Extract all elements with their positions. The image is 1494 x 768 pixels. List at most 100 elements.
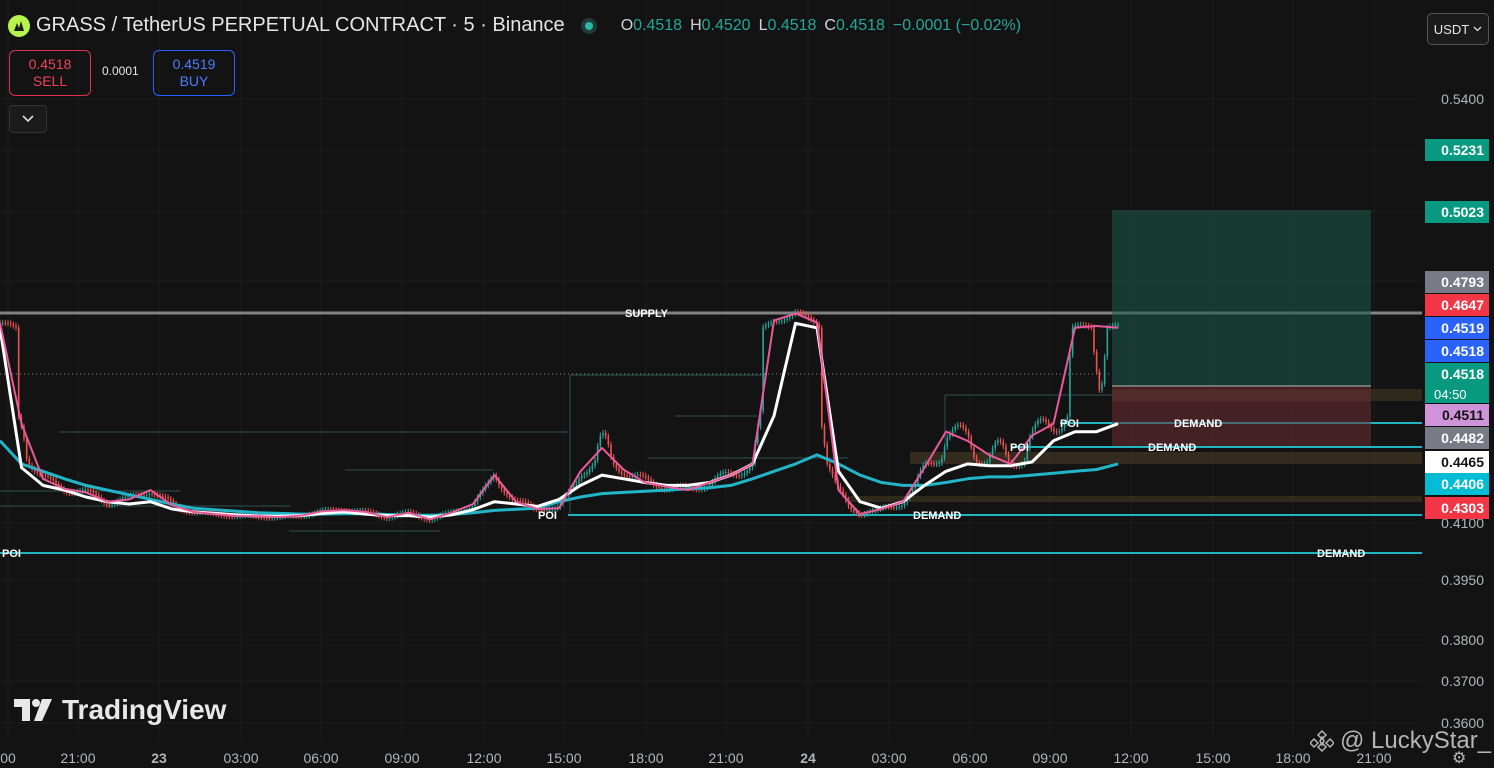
price-chart[interactable]: SUPPLY POI DEMAND POI DEMAND POI DEMAND POI DEMA…	[0, 0, 1494, 766]
price-badge-label: 0.4511	[1442, 407, 1484, 423]
price-badge-label: 0.4647	[1441, 297, 1484, 313]
candle-body	[1106, 327, 1109, 357]
demand-label: DEMAND	[1174, 418, 1222, 430]
candle-body	[933, 463, 935, 465]
price-badge-label: 0.4406	[1441, 476, 1484, 492]
candle-body	[991, 448, 994, 456]
time-tick-label: 24	[800, 750, 816, 766]
tradingview-logo-icon	[14, 699, 52, 721]
candle-body	[986, 462, 989, 464]
candle-body	[764, 325, 767, 328]
candle-body	[1055, 431, 1058, 433]
time-tick-label: 21:00	[708, 750, 743, 766]
candle-body	[591, 465, 594, 470]
candle-body	[829, 463, 831, 470]
supply-label: SUPPLY	[625, 308, 669, 320]
sell-button[interactable]: 0.4518 SELL	[9, 50, 91, 96]
candle-body	[1053, 428, 1055, 432]
chevron-down-icon	[22, 115, 34, 123]
time-tick-label: 03:00	[223, 750, 258, 766]
candle-body	[618, 468, 620, 472]
candle-body	[644, 475, 647, 478]
candle-body	[583, 474, 586, 476]
time-axis[interactable]: 00 21:00 23 03:00 06:00 09:00 12:00 15:00 18:00 2…	[0, 750, 1392, 766]
candle-body	[748, 467, 751, 471]
candle-body	[850, 505, 852, 510]
candle-body	[1058, 431, 1061, 433]
price-tick-label: 0.3950	[1441, 572, 1484, 588]
candle-body	[965, 427, 967, 432]
price-tick-label: 0.5400	[1441, 91, 1484, 107]
candle-body	[1093, 327, 1095, 353]
time-tick-label: 03:00	[871, 750, 906, 766]
price-tick-label: 0.3800	[1441, 632, 1484, 648]
candle-body	[719, 473, 722, 476]
candle-body	[722, 472, 724, 474]
candle-body	[946, 437, 949, 448]
buy-button[interactable]: 0.4519 BUY	[153, 50, 235, 96]
candle-body	[25, 438, 28, 459]
candle-body	[44, 475, 47, 477]
settings-gear-icon[interactable]: ⚙	[1452, 748, 1466, 768]
demand-label: DEMAND	[1317, 548, 1365, 560]
candle-body	[1047, 421, 1050, 426]
order-panel-toggle[interactable]	[9, 105, 47, 133]
candle-body	[626, 475, 628, 477]
candle-body	[636, 474, 639, 476]
candle-body	[167, 497, 169, 499]
candle-body	[941, 458, 943, 463]
candle-body	[740, 475, 743, 477]
candle-body	[84, 489, 87, 491]
price-badge-label: 0.4793	[1441, 274, 1484, 290]
candle-body	[930, 463, 933, 465]
tradingview-logo[interactable]: TradingView	[14, 694, 226, 726]
candle-body	[853, 509, 855, 512]
candle-body	[599, 435, 602, 446]
price-badge-label: 0.4465	[1441, 454, 1484, 470]
symbol-title[interactable]: GRASS / TetherUS PERPETUAL CONTRACT · 5 …	[36, 14, 565, 37]
time-tick-label: 09:00	[1032, 750, 1067, 766]
candle-body	[124, 496, 127, 499]
candle-body	[807, 315, 810, 318]
candle-body	[1114, 325, 1117, 327]
candle-body	[1101, 383, 1103, 390]
candle-body	[893, 507, 895, 509]
candle-body	[767, 323, 770, 326]
profit-zone	[1112, 210, 1371, 386]
currency-selector[interactable]: USDT	[1427, 13, 1489, 45]
candle-body	[962, 425, 965, 428]
ema-slow-line	[0, 439, 1119, 517]
candle-body	[604, 432, 607, 437]
candle-body	[266, 517, 268, 519]
candle-body	[89, 489, 92, 492]
candle-body	[778, 321, 780, 323]
candle-body	[588, 469, 591, 473]
candle-body	[743, 473, 746, 476]
high-value: 0.4520	[701, 16, 751, 34]
poi-label: POI	[1010, 442, 1029, 454]
candle-body	[727, 471, 730, 473]
price-axis[interactable]: 0.54000.41000.39500.38000.37000.36000.52…	[1422, 0, 1494, 766]
candle-body	[967, 431, 970, 438]
candle-body	[148, 493, 151, 496]
candle-body	[145, 495, 148, 497]
candle-body	[973, 447, 975, 458]
long-position-tool[interactable]	[1112, 210, 1371, 446]
candle-body	[746, 470, 748, 474]
candle-body	[861, 514, 863, 516]
candle-body	[938, 462, 941, 464]
ema-fast-line	[0, 312, 1119, 521]
candle-body	[1045, 419, 1047, 422]
candle-body	[87, 489, 89, 491]
price-badge-label: 0.4482	[1441, 430, 1484, 446]
candle-body	[805, 314, 807, 316]
candle-body	[975, 457, 978, 463]
close-value: 0.4518	[835, 16, 885, 34]
candle-body	[775, 321, 778, 323]
candle-body	[15, 325, 17, 328]
candle-body	[519, 500, 522, 502]
candle-body	[108, 504, 111, 506]
price-badge-label: 0.4518	[1441, 366, 1484, 382]
candle-body	[1077, 324, 1079, 326]
candle-body	[1002, 441, 1005, 447]
